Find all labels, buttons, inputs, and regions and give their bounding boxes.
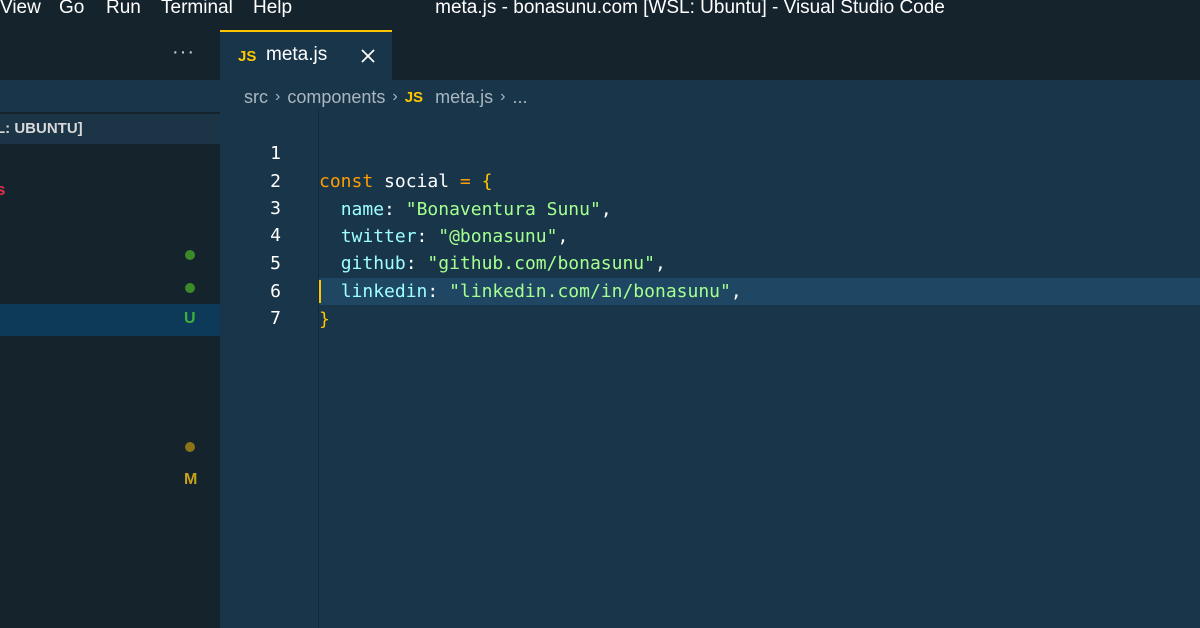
git-status-dot xyxy=(185,442,195,452)
close-icon[interactable] xyxy=(358,46,378,66)
more-actions-icon[interactable]: ··· xyxy=(172,42,195,62)
line-number: 7 xyxy=(270,308,281,329)
editor-tab-bar: JS meta.js xyxy=(220,30,1200,80)
sidebar-header-bar xyxy=(0,80,220,112)
string-token: "Bonaventura Sunu" xyxy=(405,199,601,220)
operator-token: = xyxy=(459,171,471,192)
chevron-right-icon: › xyxy=(500,88,506,106)
keyword-token: const xyxy=(319,171,374,192)
breadcrumb: src › components › JS meta.js ›... xyxy=(244,86,527,110)
code-line-7[interactable]: 7 xyxy=(220,277,281,329)
breadcrumb-src[interactable]: src xyxy=(244,87,268,108)
title-bar: View Go Run Terminal Help meta.js - bona… xyxy=(0,0,1200,30)
text-cursor xyxy=(319,280,321,303)
git-untracked-badge: U xyxy=(184,310,196,327)
string-token: "github.com/bonasunu" xyxy=(427,253,655,274)
tab-meta-js[interactable]: JS meta.js xyxy=(220,30,392,80)
code-line-2[interactable]: 2 name: "Bonaventura Sunu", xyxy=(220,140,612,220)
git-status-dot xyxy=(185,283,195,293)
javascript-file-icon: JS xyxy=(404,88,424,106)
property-token: twitter xyxy=(340,226,417,247)
property-token: name xyxy=(340,199,385,220)
string-token: "linkedin.com/in/bonasunu" xyxy=(449,281,731,302)
brace-token: { xyxy=(481,171,493,192)
window-title: meta.js - bonasunu.com [WSL: Ubuntu] - V… xyxy=(435,0,945,18)
property-token: github xyxy=(340,253,406,274)
git-status-dot xyxy=(185,250,195,260)
string-token: "@bonasunu" xyxy=(438,226,558,247)
explorer-section-title[interactable]: L: UBUNTU] xyxy=(0,114,220,144)
breadcrumb-file[interactable]: meta.js xyxy=(435,87,493,108)
breadcrumb-components[interactable]: components xyxy=(287,87,385,108)
code-editor[interactable]: 1 const social = { 2 name: "Bonaventura … xyxy=(220,110,1200,628)
tab-label: meta.js xyxy=(266,44,328,65)
identifier-token: social xyxy=(384,171,450,192)
code-line-1[interactable]: 1 const social = { xyxy=(220,112,492,192)
chevron-right-icon: › xyxy=(392,88,398,106)
chevron-right-icon: › xyxy=(275,88,281,106)
explorer-sidebar: ··· L: UBUNTU] s U M xyxy=(0,30,220,628)
code-line-6[interactable]: 6 } xyxy=(220,250,330,330)
code-line-4[interactable]: 4 github: "github.com/bonasunu", xyxy=(220,194,666,274)
breadcrumb-more[interactable]: ... xyxy=(512,87,527,108)
property-token: linkedin xyxy=(340,281,428,302)
javascript-file-icon: JS xyxy=(238,48,257,65)
code-line-5[interactable]: 5 linkedin: "linkedin.com/in/bonasunu", xyxy=(220,222,742,302)
code-line-3[interactable]: 3 twitter: "@bonasunu", xyxy=(220,167,568,247)
file-icon-partial: s xyxy=(0,180,6,199)
brace-token: } xyxy=(319,309,330,330)
git-modified-badge: M xyxy=(184,471,198,488)
